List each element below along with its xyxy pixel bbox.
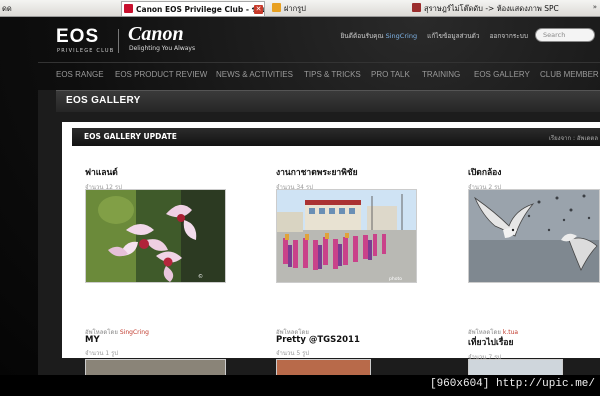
page-favicon-icon — [412, 3, 421, 12]
album-title[interactable]: MY — [85, 335, 118, 345]
welcome-text: ยินดีต้อนรับคุณ SingCring — [340, 32, 418, 40]
album-card[interactable]: MY จำนวน 1 รูป — [85, 335, 226, 375]
nav-eos-gallery[interactable]: EOS GALLERY — [474, 70, 530, 79]
nav-news-activities[interactable]: NEWS & ACTIVITIES — [216, 70, 293, 79]
album-card[interactable]: เที่ยวไปเรื่อย จำนวน 7 รูป — [468, 335, 563, 375]
album-title[interactable]: เที่ยวไปเรื่อย — [468, 335, 514, 349]
album-thumbnail[interactable]: © — [85, 189, 226, 283]
tab-label: Canon EOS Privilege Club - รวมผล... — [136, 5, 264, 14]
nav-training[interactable]: TRAINING — [422, 70, 460, 79]
sort-selector[interactable]: เรียงจาก : อัพเดตล — [549, 133, 598, 143]
svg-text:©: © — [198, 273, 203, 280]
logout-link[interactable]: ออกจากระบบ — [490, 32, 528, 40]
album-title[interactable]: Pretty @TGS2011 — [276, 335, 360, 345]
orchid-photo: © — [86, 190, 225, 282]
edit-profile-link[interactable]: แก้ไขข้อมูลส่วนตัว — [427, 32, 479, 40]
browser-tab-strip: ดด Canon EOS Privilege Club - รวมผล... ✕… — [0, 0, 600, 17]
album-thumbnail[interactable] — [468, 359, 563, 375]
album-title[interactable]: งานกาชาดพระยาพิชัย — [276, 165, 358, 179]
nav-eos-product-review[interactable]: EOS PRODUCT REVIEW — [115, 70, 207, 79]
close-tab-icon[interactable]: ✕ — [254, 5, 263, 14]
album-card[interactable]: งานกาชาดพระยาพิชัย จำนวน 34 รูป photo อั… — [276, 165, 417, 336]
section-title: EOS GALLERY UPDATE — [84, 132, 177, 141]
canon-tagline: Delighting You Always — [129, 45, 196, 52]
album-thumbnail[interactable] — [276, 359, 371, 375]
browser-tab[interactable]: สุราษฎร์ไม่โต๊ดดับ -> ห้องแสดงภาพ SPC — [410, 1, 590, 16]
album-thumbnail[interactable] — [85, 359, 226, 375]
nav-divider — [38, 62, 600, 63]
page-favicon-icon — [272, 3, 281, 12]
album-thumbnail[interactable] — [468, 189, 600, 283]
seagulls-photo — [469, 190, 599, 282]
tab-label: สุราษฎร์ไม่โต๊ดดับ -> ห้องแสดงภาพ SPC — [424, 4, 559, 13]
username-link[interactable]: SingCring — [386, 32, 417, 40]
logo-divider — [118, 29, 119, 53]
gallery-panel-header: EOS GALLERY — [56, 90, 600, 112]
page-title: EOS GALLERY — [66, 95, 141, 106]
uploader-link[interactable]: SingCring — [120, 329, 149, 336]
canon-logo[interactable]: Canon — [128, 23, 184, 46]
browser-tab[interactable]: ฝากรูป — [270, 1, 405, 16]
nav-club-member[interactable]: CLUB MEMBER — [540, 70, 599, 79]
browser-tab-active[interactable]: Canon EOS Privilege Club - รวมผล... ✕ — [121, 1, 265, 16]
album-photo-count: จำนวน 1 รูป — [85, 350, 119, 357]
account-links: ยินดีต้อนรับคุณ SingCring แก้ไขข้อมูลส่ว… — [333, 31, 529, 41]
album-photo-count: จำนวน 5 รูป — [276, 350, 310, 357]
tab-label: ฝากรูป — [284, 4, 306, 13]
nav-pro-talk[interactable]: PRO TALK — [371, 70, 410, 79]
album-card[interactable]: ฟาแลนด์ จำนวน 12 รูป © อัพโหลดโดย SingCr… — [85, 165, 226, 336]
svg-text:photo: photo — [389, 276, 402, 282]
eos-logo[interactable]: EOS — [56, 26, 99, 48]
album-card[interactable]: Pretty @TGS2011 จำนวน 5 รูป — [276, 335, 371, 375]
parade-photo: photo — [277, 190, 416, 282]
album-title[interactable]: เปิดกล้อง — [468, 165, 501, 179]
album-thumbnail[interactable]: photo — [276, 189, 417, 283]
watermark-bar: [960x604] http://upic.me/ — [0, 375, 600, 396]
watermark-text: [960x604] http://upic.me/ — [429, 378, 595, 390]
search-input[interactable]: Search — [535, 28, 595, 42]
gallery-update-bar: EOS GALLERY UPDATE เรียงจาก : อัพเดตล — [72, 128, 600, 146]
nav-eos-range[interactable]: EOS RANGE — [56, 70, 104, 79]
album-title[interactable]: ฟาแลนด์ — [85, 165, 122, 179]
nav-tips-tricks[interactable]: TIPS & TRICKS — [304, 70, 361, 79]
tab-overflow-icon[interactable]: » — [593, 3, 597, 11]
album-card[interactable]: เปิดกล้อง จำนวน 2 รูป อัพโหลดโดย k.tua — [468, 165, 600, 336]
eos-logo-subtitle: PRIVILEGE CLUB — [57, 48, 115, 54]
browser-tab[interactable]: ดด — [0, 1, 120, 16]
site-page: EOS PRIVILEGE CLUB Canon Delighting You … — [0, 17, 600, 375]
canon-favicon-icon — [124, 4, 133, 13]
tab-label: ดด — [2, 4, 12, 13]
